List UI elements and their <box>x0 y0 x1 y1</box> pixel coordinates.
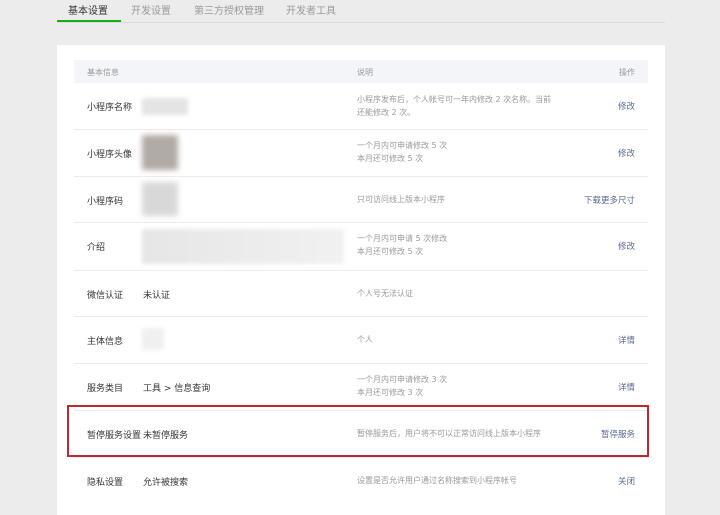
tab-developer-tools[interactable]: 开发者工具 <box>286 2 336 17</box>
app-name-value-blurred <box>142 98 188 115</box>
row-description: 一个月内可申请修改 5 次本月还可修改 5 次 <box>357 141 448 163</box>
row-label: 小程序码 <box>87 197 124 207</box>
row-description: 只可访问线上版本小程序 <box>357 195 445 204</box>
edit-name-link[interactable]: 修改 <box>618 100 635 112</box>
annotation-highlight-box <box>67 405 649 457</box>
row-label: 小程序头像 <box>87 150 133 160</box>
table-row-privacy: 隐私设置 允许被搜索 设置是否允许用户通过名称搜索到小程序帐号 关闭 <box>74 457 648 503</box>
entity-value-blurred <box>142 328 164 350</box>
tab-basic-settings[interactable]: 基本设置 <box>68 2 108 17</box>
privacy-close-link[interactable]: 关闭 <box>618 475 635 487</box>
header-action: 操作 <box>619 68 635 77</box>
download-sizes-link[interactable]: 下载更多尺寸 <box>584 194 635 206</box>
table-header: 基本信息 说明 操作 <box>74 60 648 83</box>
row-label: 主体信息 <box>87 337 124 347</box>
table-row-service-category: 服务类目 工具 > 信息查询 一个月内可申请修改 3 次本月还可修改 3 次 详… <box>74 363 648 411</box>
header-basic-info: 基本信息 <box>87 68 119 77</box>
row-description: 小程序发布后，个人帐号可一年内修改 2 次名称。当前 还能修改 2 次。 <box>357 95 552 117</box>
row-description: 设置是否允许用户通过名称搜索到小程序帐号 <box>357 476 517 485</box>
qr-code-image-blurred <box>142 182 178 216</box>
table-row-avatar: 小程序头像 一个月内可申请修改 5 次本月还可修改 5 次 修改 <box>74 129 648 177</box>
row-description: 个人 <box>357 335 373 344</box>
row-description: 一个月内可申请修改 3 次本月还可修改 3 次 <box>357 375 448 397</box>
entity-details-link[interactable]: 详情 <box>618 334 635 346</box>
row-label: 服务类目 <box>87 384 124 394</box>
row-label: 小程序名称 <box>87 103 133 113</box>
table-row-qr-code: 小程序码 只可访问线上版本小程序 下载更多尺寸 <box>74 176 648 223</box>
tab-third-party-auth[interactable]: 第三方授权管理 <box>194 2 264 17</box>
table-row-entity-info: 主体信息 个人 详情 <box>74 316 648 364</box>
category-details-link[interactable]: 详情 <box>618 381 635 393</box>
active-tab-indicator <box>57 20 121 22</box>
intro-text-blurred <box>142 229 344 264</box>
table-row-app-name: 小程序名称 小程序发布后，个人帐号可一年内修改 2 次名称。当前 还能修改 2 次… <box>74 83 648 130</box>
edit-avatar-link[interactable]: 修改 <box>618 147 635 159</box>
verify-status: 未认证 <box>143 291 171 301</box>
row-description: 一个月内可申请 5 次修改 本月还可修改 5 次 <box>357 234 448 256</box>
row-label: 微信认证 <box>87 291 124 301</box>
service-category-value: 工具 > 信息查询 <box>143 384 211 394</box>
edit-intro-link[interactable]: 修改 <box>618 240 635 252</box>
row-label: 介绍 <box>87 243 106 253</box>
table-row-intro: 介绍 一个月内可申请 5 次修改 本月还可修改 5 次 修改 <box>74 222 648 271</box>
table-row-wechat-verify: 微信认证 未认证 个人号无法认证 <box>74 270 648 317</box>
row-label: 隐私设置 <box>87 478 124 488</box>
tab-dev-settings[interactable]: 开发设置 <box>131 2 171 17</box>
avatar-image-blurred <box>142 135 178 170</box>
privacy-status: 允许被搜索 <box>143 478 189 488</box>
header-description: 说明 <box>357 68 373 77</box>
row-description: 个人号无法认证 <box>357 289 413 298</box>
